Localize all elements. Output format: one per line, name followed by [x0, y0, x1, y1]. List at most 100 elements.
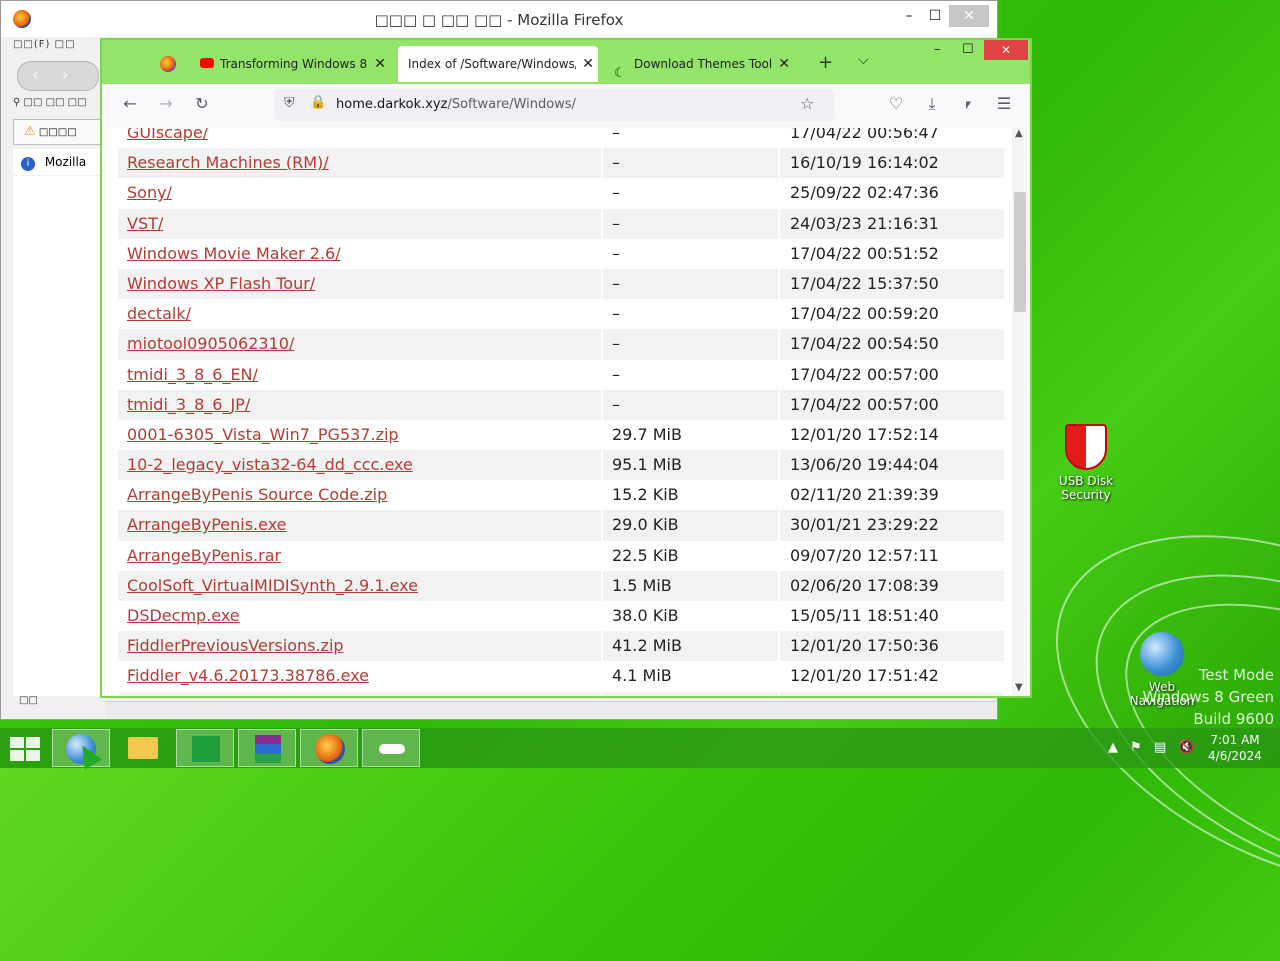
file-size: –	[612, 213, 620, 233]
file-link[interactable]: 10-2_legacy_vista32-64_dd_ccc.exe	[127, 455, 413, 474]
back-menu-bar[interactable]: □□(F) □□	[13, 39, 103, 53]
file-size: –	[612, 273, 620, 293]
shield-icon[interactable]: ⛨	[284, 95, 295, 111]
column-separator	[601, 329, 603, 360]
table-row: Research Machines (RM)/ – 16/10/19 16:14:0…	[118, 148, 1004, 179]
back-horizontal-scrollbar[interactable]	[105, 701, 997, 718]
desktop-icon-usb-disk-security[interactable]: USB Disk Security	[1046, 424, 1126, 502]
reload-icon[interactable]: ↻	[190, 94, 214, 113]
close-button[interactable]: ✕	[984, 40, 1028, 60]
file-size: –	[612, 394, 620, 414]
close-tab-icon[interactable]: ✕	[582, 46, 594, 82]
list-all-tabs-button[interactable]: ⌵	[858, 52, 869, 68]
close-tab-icon[interactable]: ✕	[778, 46, 790, 82]
tray-overflow-icon[interactable]: ▲	[1108, 740, 1118, 755]
store-icon	[192, 736, 220, 762]
pocket-icon[interactable]: ♡	[884, 94, 908, 113]
back-warning-tab[interactable]: ⚠ □□□□	[13, 119, 105, 145]
minimize-button[interactable]: –	[934, 42, 941, 57]
file-size: –	[612, 334, 620, 354]
file-link[interactable]: tmidi_3_8_6_JP/	[127, 395, 250, 414]
table-row: ArrangeByPenis Source Code.zip 15.2 KiB 02…	[118, 480, 1004, 511]
file-link[interactable]: VST/	[127, 214, 163, 233]
file-link[interactable]: Windows Movie Maker 2.6/	[127, 244, 341, 263]
tab-download-themes[interactable]: ☾ Download Themes Tools for ✕	[608, 46, 794, 82]
downloads-icon[interactable]: ⤓	[920, 94, 944, 114]
taskbar-clock[interactable]: 7:01 AM 4/6/2024	[1200, 732, 1270, 764]
network-icon[interactable]: ▤	[1154, 740, 1166, 755]
scrollbar-thumb[interactable]	[1014, 192, 1026, 312]
file-size: 29.7 MiB	[612, 424, 682, 444]
column-separator	[601, 450, 603, 481]
file-size: 29.0 KiB	[612, 515, 679, 535]
table-row: dectalk/ – 17/04/22 00:59:20	[118, 299, 1004, 330]
extensions-icon[interactable]: ⎖	[956, 94, 980, 114]
start-button[interactable]	[0, 729, 58, 767]
vertical-scrollbar[interactable]: ▲ ▼	[1012, 128, 1028, 696]
shield-icon	[1065, 424, 1107, 470]
file-link[interactable]: Sony/	[127, 183, 172, 202]
url-bar[interactable]: ⛨ 🔒 home.darkok.xyz/Software/Windows/ ☆	[274, 89, 834, 121]
firefox-window[interactable]: Transforming Windows 8 int ✕ Index of /S…	[100, 38, 1032, 698]
back-bookmarks-row: ⚲ □□ □□ □□	[13, 97, 87, 108]
taskbar-firefox[interactable]	[300, 729, 358, 767]
watermark-line: Windows 8 Green	[1142, 688, 1274, 706]
back-arrow-icon[interactable]: ←	[118, 94, 142, 113]
back-titlebar[interactable]: □□□ □ □□ □□ - Mozilla Firefox – ☐ ✕	[1, 1, 997, 37]
new-tab-button[interactable]: +	[818, 52, 833, 73]
menu-icon[interactable]: ☰	[992, 94, 1016, 113]
file-link[interactable]: CoolSoft_VirtualMIDISynth_2.9.1.exe	[127, 576, 418, 595]
file-link[interactable]: tmidi_3_8_6_EN/	[127, 365, 258, 384]
tab-index-software-windows[interactable]: Index of /Software/Windows/ ✕	[398, 46, 598, 82]
file-link[interactable]: 0001-6305_Vista_Win7_PG537.zip	[127, 425, 399, 444]
file-size: 1.5 MiB	[612, 575, 672, 595]
file-link[interactable]: dectalk/	[127, 304, 191, 323]
forward-arrow-icon[interactable]: ›	[62, 65, 68, 84]
file-link[interactable]: miotool0905062310/	[127, 334, 294, 353]
back-status-bar: □□	[19, 695, 38, 706]
speaker-muted-icon[interactable]: 🔇	[1178, 740, 1194, 755]
scroll-up-icon[interactable]: ▲	[1015, 128, 1023, 139]
file-link[interactable]: ArrangeByPenis.exe	[127, 515, 287, 534]
taskbar-store[interactable]	[176, 729, 234, 767]
file-size: –	[612, 128, 620, 142]
taskbar-file-explorer[interactable]	[114, 729, 172, 767]
taskbar-pointer-app[interactable]	[362, 729, 420, 767]
url-text[interactable]: home.darkok.xyz/Software/Windows/	[336, 97, 576, 112]
close-tab-icon[interactable]: ✕	[374, 46, 386, 82]
table-row: ArrangeByPenis.exe 29.0 KiB 30/01/21 23:29…	[118, 510, 1004, 541]
column-separator	[601, 691, 603, 696]
maximize-button[interactable]: ☐	[962, 42, 974, 57]
column-separator	[601, 148, 603, 179]
bookmark-star-icon[interactable]: ☆	[800, 94, 814, 113]
flag-icon[interactable]: ⚑	[1130, 740, 1142, 755]
search-icon[interactable]: ⚲	[13, 97, 20, 108]
column-separator	[601, 238, 603, 269]
firefox-icon	[160, 56, 176, 72]
tab-youtube[interactable]: Transforming Windows 8 int ✕	[194, 46, 390, 82]
hand-pointer-icon	[379, 744, 405, 754]
close-button[interactable]: ✕	[949, 5, 989, 27]
file-link[interactable]: Fiddler_v4.6.20173.38786.exe	[127, 666, 369, 685]
file-link[interactable]: Windows XP Flash Tour/	[127, 274, 315, 293]
back-sidebar-panel	[13, 176, 104, 696]
page-icon: ☾	[614, 66, 626, 81]
back-nav-buttons[interactable]: ‹ ›	[17, 61, 99, 91]
forward-arrow-icon[interactable]: →	[154, 94, 178, 113]
back-sidebar-item[interactable]: i Mozilla Fire	[13, 149, 103, 195]
taskbar-winrar[interactable]	[238, 729, 296, 767]
column-separator	[601, 570, 603, 601]
scroll-down-icon[interactable]: ▼	[1015, 682, 1023, 693]
file-link[interactable]: FiddlerPreviousVersions.zip	[127, 636, 344, 655]
file-link[interactable]: GUIscape/	[127, 128, 208, 142]
table-row: miotool0905062310/ – 17/04/22 00:54:50	[118, 329, 1004, 360]
file-link[interactable]: DSDecmp.exe	[127, 606, 240, 625]
lock-icon[interactable]: 🔒	[310, 95, 326, 110]
file-link[interactable]: Research Machines (RM)/	[127, 153, 329, 172]
file-size: –	[612, 243, 620, 263]
table-row: tmidi_3_8_6_JP/ – 17/04/22 00:57:00	[118, 389, 1004, 420]
file-link[interactable]: ArrangeByPenis.rar	[127, 546, 281, 565]
file-link[interactable]: ArrangeByPenis Source Code.zip	[127, 485, 387, 504]
back-arrow-icon[interactable]: ‹	[32, 65, 38, 84]
tab-firefox-view[interactable]	[154, 46, 184, 82]
